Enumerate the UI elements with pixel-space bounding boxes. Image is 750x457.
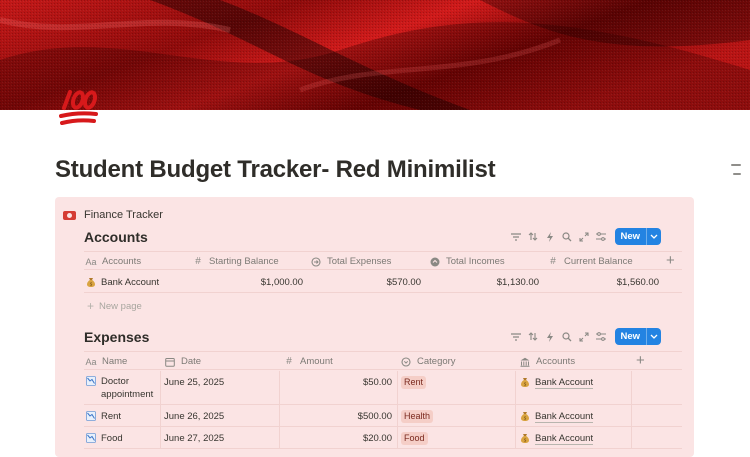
account-relation-cell[interactable]: $ Bank Account — [520, 371, 630, 404]
money-icon — [63, 210, 76, 220]
automation-icon[interactable] — [541, 228, 558, 245]
callout-title: Finance Tracker — [84, 209, 163, 221]
plus-icon: + — [87, 299, 95, 313]
text-property-icon: Aa — [85, 356, 97, 367]
new-button-label: New — [620, 231, 640, 242]
category-tag-rent[interactable]: Rent — [401, 376, 427, 389]
row-name-cell[interactable]: $ Bank Account — [86, 271, 196, 292]
add-property-icon[interactable]: + — [666, 253, 675, 268]
filter-icon[interactable] — [507, 328, 524, 345]
chart-icon — [86, 376, 96, 386]
column-header-current-balance[interactable]: # Current Balance — [548, 252, 632, 271]
settings-icon[interactable] — [592, 228, 609, 245]
row-name-cell[interactable]: Rent — [86, 405, 162, 426]
text-property-icon: Aa — [85, 256, 97, 267]
add-property-icon[interactable]: + — [636, 353, 645, 368]
amount-cell[interactable]: $50.00 — [282, 371, 392, 404]
rollup-property-icon — [430, 257, 440, 267]
chart-icon — [86, 411, 96, 421]
column-header-date[interactable]: Date — [165, 352, 201, 371]
row-name-cell[interactable]: Doctor appointment — [86, 371, 162, 404]
callout-header: Finance Tracker — [63, 209, 163, 221]
accounts-toolbar: New — [507, 228, 661, 245]
date-cell[interactable]: June 27, 2025 — [164, 427, 279, 448]
chevron-down-icon[interactable] — [646, 328, 661, 345]
money-bag-icon: $ — [520, 411, 530, 421]
category-cell[interactable]: Rent — [401, 371, 511, 404]
category-cell[interactable]: Health — [401, 405, 511, 426]
chart-icon — [86, 433, 96, 443]
expand-icon[interactable] — [575, 328, 592, 345]
column-header-amount[interactable]: # Amount — [284, 352, 333, 371]
finance-tracker-callout: Finance Tracker Accounts New Aa Accounts… — [55, 197, 694, 457]
column-header-total-expenses[interactable]: Total Expenses — [311, 252, 391, 271]
select-property-icon — [401, 356, 411, 367]
svg-text:$: $ — [90, 282, 93, 287]
rollup-property-icon — [311, 256, 321, 267]
number-property-icon: # — [286, 356, 292, 367]
sort-icon[interactable] — [524, 228, 541, 245]
account-relation-cell[interactable]: $ Bank Account — [520, 427, 630, 448]
accounts-database-title[interactable]: Accounts — [84, 229, 148, 245]
page-title: Student Budget Tracker- Red Minimilist — [55, 156, 496, 183]
svg-text:$: $ — [524, 438, 527, 443]
column-header-accounts[interactable]: Aa Accounts — [85, 252, 142, 271]
account-relation-cell[interactable]: $ Bank Account — [520, 405, 630, 426]
expenses-toolbar: New — [507, 328, 661, 345]
table-row[interactable]: Doctor appointment June 25, 2025 $50.00 … — [84, 371, 682, 405]
bank-icon — [520, 357, 530, 367]
settings-icon[interactable] — [592, 328, 609, 345]
amount-cell[interactable]: $500.00 — [282, 405, 392, 426]
column-header-total-incomes[interactable]: Total Incomes — [430, 252, 505, 271]
number-property-icon: # — [550, 256, 556, 267]
svg-text:$: $ — [524, 416, 527, 421]
date-cell[interactable]: June 25, 2025 — [164, 371, 279, 404]
current-balance-cell[interactable]: $1,560.00 — [550, 271, 659, 292]
date-cell[interactable]: June 26, 2025 — [164, 405, 279, 426]
total-expenses-cell[interactable]: $570.00 — [314, 271, 421, 292]
starting-balance-cell[interactable]: $1,000.00 — [196, 271, 303, 292]
search-icon[interactable] — [558, 328, 575, 345]
category-tag-food[interactable]: Food — [401, 432, 428, 445]
expand-icon[interactable] — [575, 228, 592, 245]
sort-icon[interactable] — [524, 328, 541, 345]
filter-icon[interactable] — [507, 228, 524, 245]
cover-image — [0, 0, 750, 110]
column-header-starting-balance[interactable]: # Starting Balance — [193, 252, 279, 271]
table-of-contents-indicator[interactable] — [731, 164, 741, 182]
table-row[interactable]: Rent June 26, 2025 $500.00 Health $ Bank… — [84, 405, 682, 427]
svg-text:$: $ — [524, 382, 527, 387]
number-property-icon: # — [195, 256, 201, 267]
money-bag-icon: $ — [86, 277, 96, 287]
chevron-down-icon[interactable] — [646, 228, 661, 245]
accounts-header-row: Aa Accounts # Starting Balance Total Exp… — [84, 251, 682, 270]
search-icon[interactable] — [558, 228, 575, 245]
total-incomes-cell[interactable]: $1,130.00 — [432, 271, 539, 292]
column-header-category[interactable]: Category — [401, 352, 456, 371]
automation-icon[interactable] — [541, 328, 558, 345]
table-row[interactable]: Food June 27, 2025 $20.00 Food $ Bank Ac… — [84, 427, 682, 449]
table-row[interactable]: $ Bank Account $1,000.00 $570.00 $1,130.… — [84, 271, 682, 293]
money-bag-icon: $ — [520, 377, 530, 387]
new-button-label: New — [620, 331, 640, 342]
column-header-name[interactable]: Aa Name — [85, 352, 128, 371]
category-cell[interactable]: Food — [401, 427, 511, 448]
expenses-header-row: Aa Name Date # Amount Category Accounts … — [84, 351, 682, 370]
accounts-new-button[interactable]: New — [615, 228, 661, 245]
hundred-points-icon[interactable] — [58, 86, 102, 130]
column-header-accounts-relation[interactable]: Accounts — [520, 352, 575, 371]
category-tag-health[interactable]: Health — [401, 410, 434, 423]
money-bag-icon: $ — [520, 433, 530, 443]
amount-cell[interactable]: $20.00 — [282, 427, 392, 448]
expenses-database-title[interactable]: Expenses — [84, 329, 149, 345]
row-name-cell[interactable]: Food — [86, 427, 162, 448]
calendar-icon — [165, 357, 175, 367]
expenses-new-button[interactable]: New — [615, 328, 661, 345]
accounts-new-page-button[interactable]: + New page — [87, 299, 142, 313]
